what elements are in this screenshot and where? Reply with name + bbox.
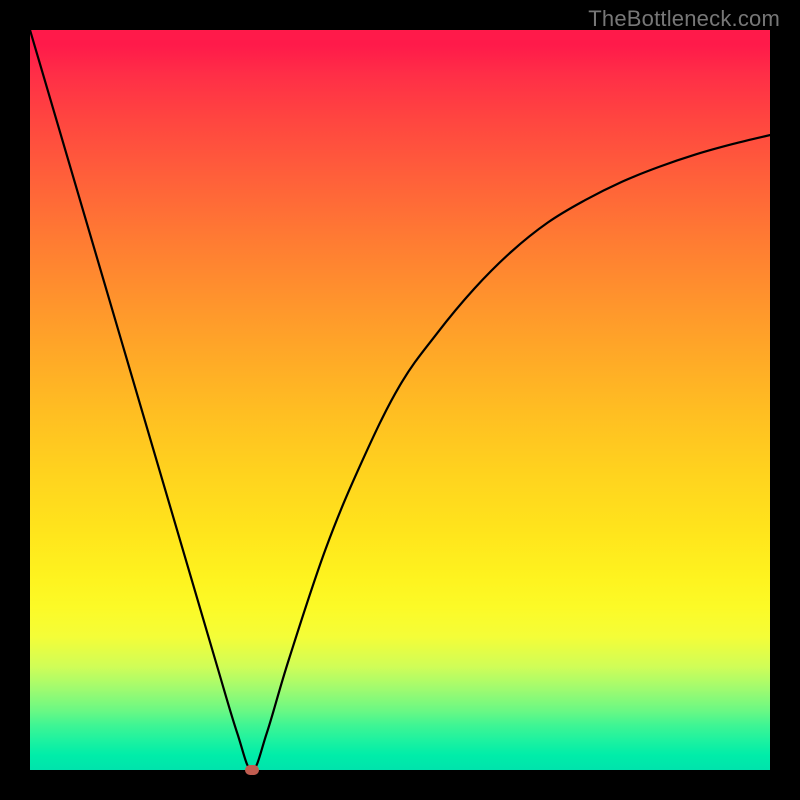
optimum-marker bbox=[245, 765, 259, 775]
plot-area bbox=[30, 30, 770, 770]
chart-container: TheBottleneck.com bbox=[0, 0, 800, 800]
bottleneck-curve bbox=[30, 30, 770, 770]
curve-svg bbox=[30, 30, 770, 770]
watermark-text: TheBottleneck.com bbox=[588, 6, 780, 32]
